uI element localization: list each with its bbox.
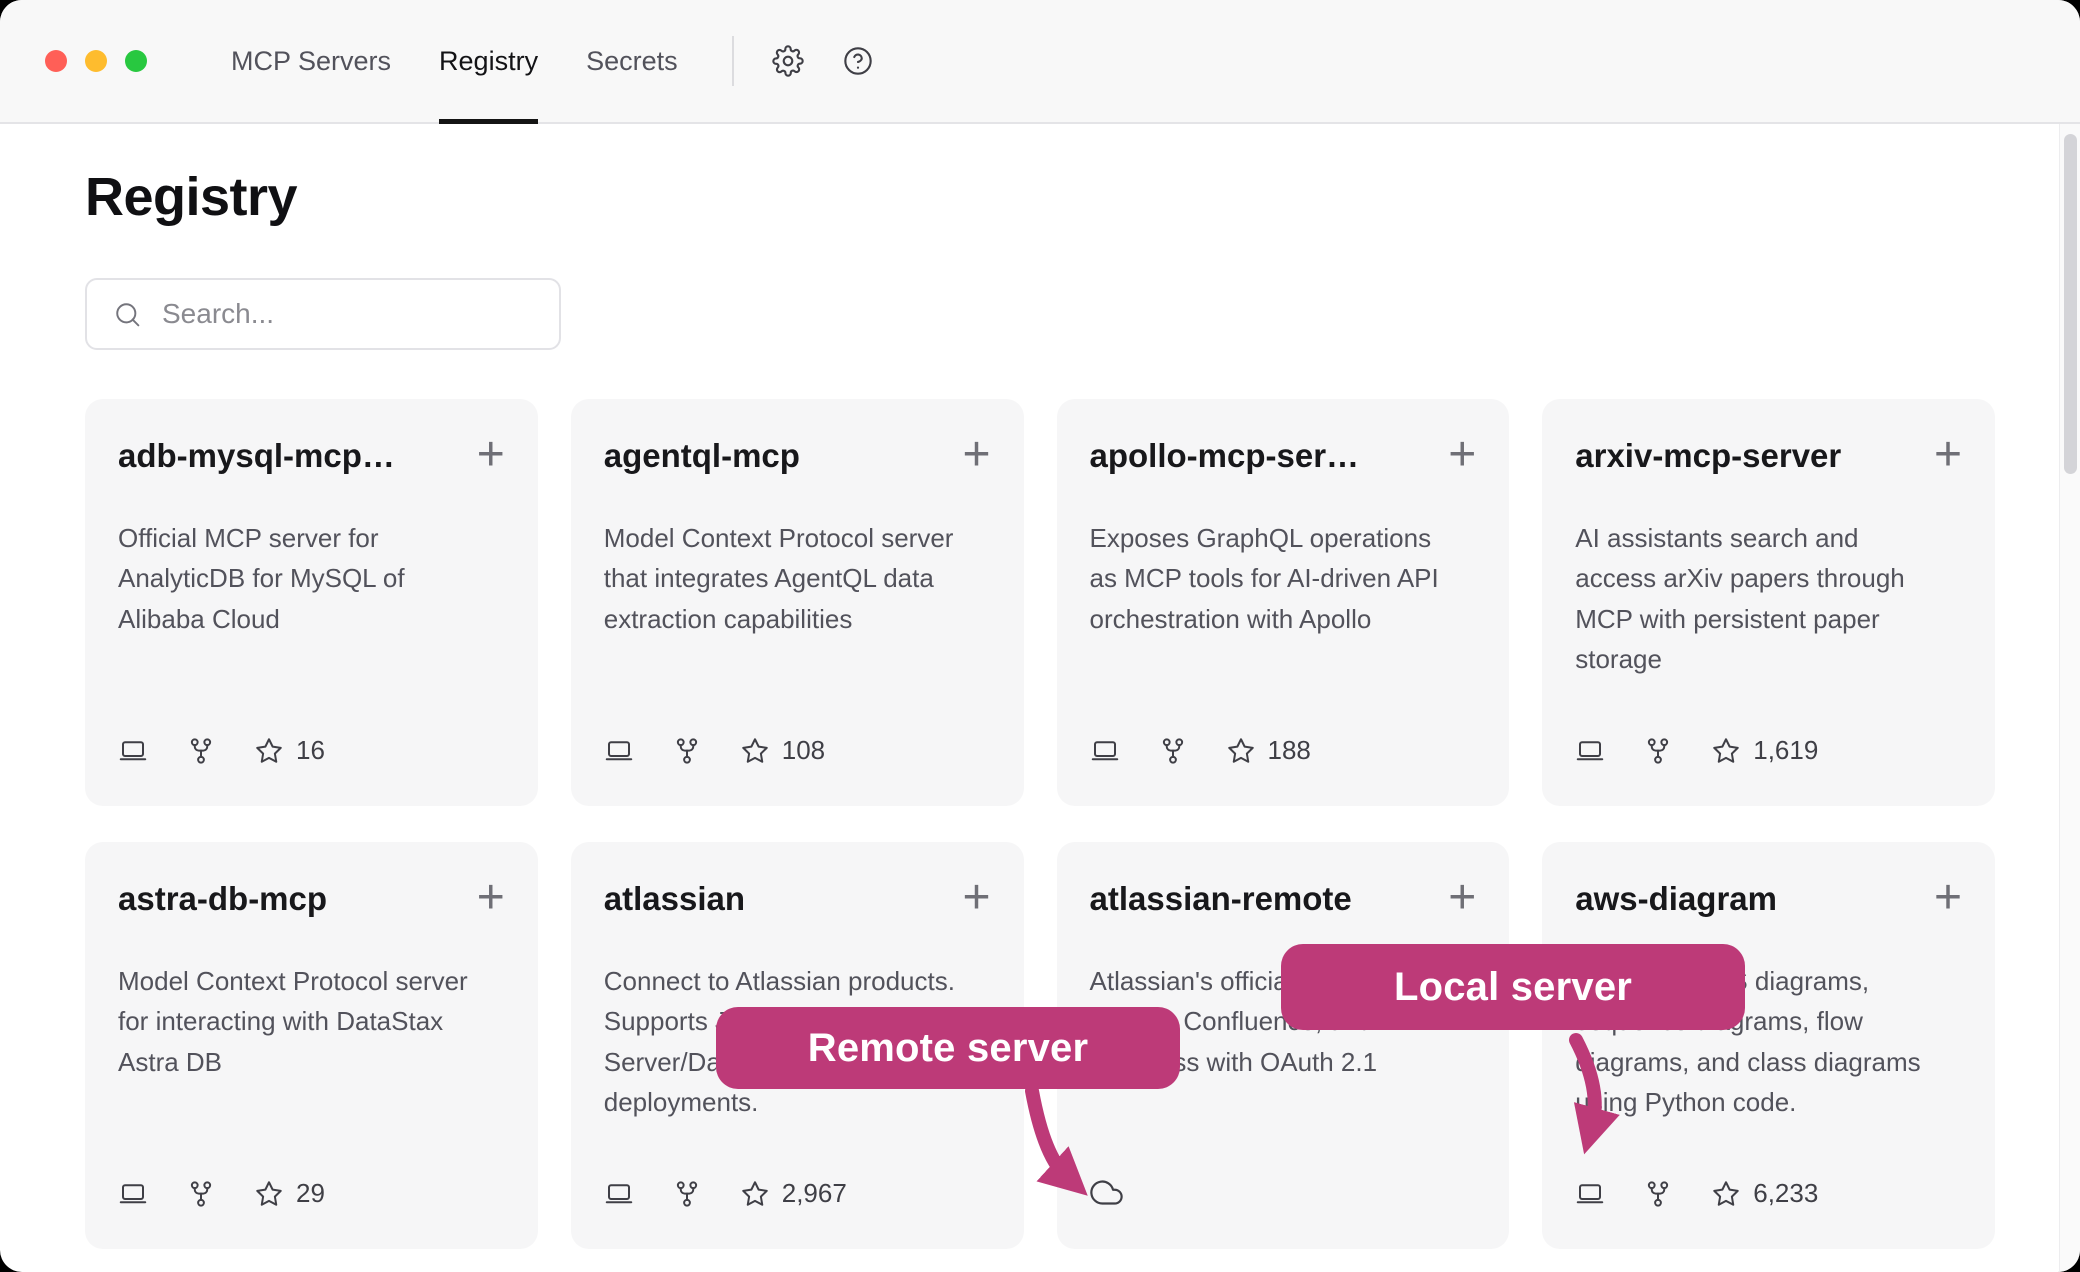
server-name: agentql-mcp <box>604 437 800 475</box>
star-icon <box>740 736 770 766</box>
star-count: 16 <box>254 735 325 766</box>
add-server-button[interactable]: + <box>948 433 990 476</box>
add-server-button[interactable]: + <box>948 876 990 919</box>
git-fork-icon[interactable] <box>1643 1179 1673 1209</box>
star-count: 6,233 <box>1711 1178 1818 1209</box>
add-server-button[interactable]: + <box>1434 876 1476 919</box>
remote-server-callout: Remote server <box>716 1007 1180 1089</box>
settings-button[interactable] <box>772 45 804 77</box>
server-name: atlassian-remote <box>1090 880 1352 918</box>
git-fork-icon[interactable] <box>672 1179 702 1209</box>
star-icon <box>1711 1179 1741 1209</box>
server-card-grid: adb-mysql-mcp… + Official MCP server for… <box>85 399 1995 1249</box>
header-divider <box>732 36 734 86</box>
cloud-icon <box>1090 1176 1123 1209</box>
server-description: Model Context Protocol server that integ… <box>604 518 972 639</box>
help-icon <box>842 45 874 77</box>
server-name: apollo-mcp-ser… <box>1090 437 1360 475</box>
laptop-icon <box>1575 1179 1605 1209</box>
search-icon <box>113 300 142 329</box>
git-fork-icon[interactable] <box>1643 736 1673 766</box>
add-server-button[interactable]: + <box>1434 433 1476 476</box>
star-count: 188 <box>1226 735 1311 766</box>
git-fork-icon[interactable] <box>672 736 702 766</box>
server-description: Model Context Protocol server for intera… <box>118 961 486 1082</box>
scrollbar-track[interactable] <box>2059 124 2080 1272</box>
star-count: 1,619 <box>1711 735 1818 766</box>
gear-icon <box>772 45 804 77</box>
tab-secrets[interactable]: Secrets <box>586 0 678 122</box>
git-fork-icon[interactable] <box>186 736 216 766</box>
server-name: atlassian <box>604 880 745 918</box>
app-window: MCP Servers Registry Secrets Registry <box>0 0 2080 1272</box>
scrollbar-thumb[interactable] <box>2064 134 2077 474</box>
star-count: 108 <box>740 735 825 766</box>
server-name: arxiv-mcp-server <box>1575 437 1841 475</box>
server-name: aws-diagram <box>1575 880 1777 918</box>
git-fork-icon[interactable] <box>1158 736 1188 766</box>
laptop-icon <box>604 736 634 766</box>
tab-label: Secrets <box>586 46 678 77</box>
server-name: astra-db-mcp <box>118 880 327 918</box>
search-input[interactable] <box>160 297 533 331</box>
add-server-button[interactable]: + <box>1920 876 1962 919</box>
git-fork-icon[interactable] <box>186 1179 216 1209</box>
star-icon <box>1711 736 1741 766</box>
tab-mcp-servers[interactable]: MCP Servers <box>231 0 391 122</box>
laptop-icon <box>118 1179 148 1209</box>
add-server-button[interactable]: + <box>463 876 505 919</box>
star-icon <box>740 1179 770 1209</box>
server-description: AI assistants search and access arXiv pa… <box>1575 518 1943 679</box>
main-tabs: MCP Servers Registry Secrets <box>231 0 678 122</box>
local-server-callout: Local server <box>1281 944 1745 1030</box>
tab-label: Registry <box>439 46 538 77</box>
laptop-icon <box>1575 736 1605 766</box>
page-title: Registry <box>85 166 1995 228</box>
zoom-window-button[interactable] <box>125 50 147 72</box>
add-server-button[interactable]: + <box>1920 433 1962 476</box>
close-window-button[interactable] <box>45 50 67 72</box>
laptop-icon <box>1090 736 1120 766</box>
tab-label: MCP Servers <box>231 46 391 77</box>
server-card-astra-db-mcp[interactable]: astra-db-mcp + Model Context Protocol se… <box>85 842 538 1249</box>
server-card-adb-mysql-mcp[interactable]: adb-mysql-mcp… + Official MCP server for… <box>85 399 538 806</box>
server-card-apollo-mcp-server[interactable]: apollo-mcp-ser… + Exposes GraphQL operat… <box>1057 399 1510 806</box>
star-icon <box>254 1179 284 1209</box>
help-button[interactable] <box>842 45 874 77</box>
search-box[interactable] <box>85 278 561 350</box>
tab-registry[interactable]: Registry <box>439 0 538 122</box>
server-card-arxiv-mcp-server[interactable]: arxiv-mcp-server + AI assistants search … <box>1542 399 1995 806</box>
add-server-button[interactable]: + <box>463 433 505 476</box>
minimize-window-button[interactable] <box>85 50 107 72</box>
server-card-agentql-mcp[interactable]: agentql-mcp + Model Context Protocol ser… <box>571 399 1024 806</box>
laptop-icon <box>118 736 148 766</box>
laptop-icon <box>604 1179 634 1209</box>
titlebar: MCP Servers Registry Secrets <box>0 0 2080 124</box>
server-card-aws-diagram[interactable]: aws-diagram + Generate AWS diagrams, seq… <box>1542 842 1995 1249</box>
star-count: 2,967 <box>740 1178 847 1209</box>
server-description: Exposes GraphQL operations as MCP tools … <box>1090 518 1458 639</box>
traffic-lights <box>45 50 147 72</box>
server-description: Official MCP server for AnalyticDB for M… <box>118 518 486 639</box>
star-icon <box>1226 736 1256 766</box>
star-icon <box>254 736 284 766</box>
server-name: adb-mysql-mcp… <box>118 437 395 475</box>
star-count: 29 <box>254 1178 325 1209</box>
